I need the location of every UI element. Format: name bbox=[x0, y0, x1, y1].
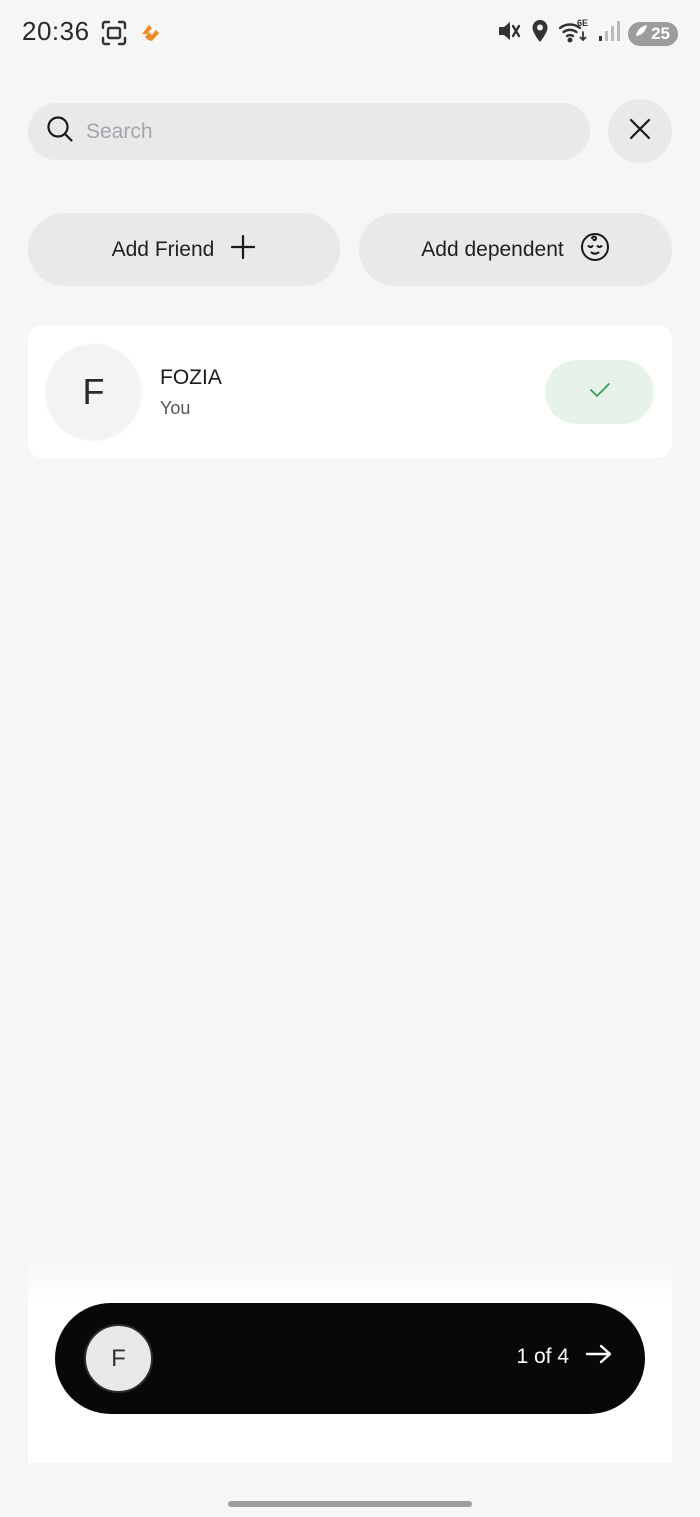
baby-face-icon bbox=[580, 232, 610, 268]
selected-avatar: F bbox=[84, 1324, 153, 1393]
check-icon bbox=[588, 380, 612, 405]
member-card[interactable]: F FOZIA You bbox=[28, 325, 672, 458]
svg-text:6E: 6E bbox=[577, 18, 588, 28]
close-button[interactable] bbox=[608, 99, 672, 163]
add-dependent-label: Add dependent bbox=[421, 237, 564, 261]
plus-icon bbox=[230, 234, 256, 266]
avatar: F bbox=[46, 344, 141, 439]
next-button[interactable]: F 1 of 4 bbox=[55, 1303, 645, 1414]
battery-saver-icon bbox=[634, 23, 648, 44]
battery-level: 25 bbox=[651, 23, 670, 43]
signal-icon bbox=[598, 19, 621, 48]
close-icon bbox=[628, 117, 652, 146]
mute-icon bbox=[496, 18, 522, 49]
add-friend-button[interactable]: Add Friend bbox=[28, 213, 340, 286]
member-name: FOZIA bbox=[160, 366, 222, 389]
home-indicator[interactable] bbox=[228, 1501, 472, 1507]
status-bar: 20:36 6E 25 bbox=[0, 0, 700, 66]
progress-label: 1 of 4 bbox=[516, 1345, 569, 1368]
add-dependent-button[interactable]: Add dependent bbox=[359, 213, 672, 286]
wifi-6e-icon: 6E bbox=[558, 18, 590, 49]
location-icon bbox=[530, 18, 550, 49]
search-icon bbox=[46, 115, 74, 148]
battery-indicator: 25 bbox=[628, 21, 678, 46]
arrow-right-icon bbox=[585, 1343, 613, 1371]
search-input[interactable] bbox=[86, 119, 566, 144]
status-time: 20:36 bbox=[22, 16, 90, 46]
member-subtitle: You bbox=[160, 398, 191, 418]
screenshot-icon bbox=[100, 19, 128, 52]
app-notification-icon bbox=[136, 20, 162, 51]
select-toggle[interactable] bbox=[545, 360, 654, 424]
search-bar[interactable] bbox=[28, 103, 590, 160]
add-friend-label: Add Friend bbox=[111, 237, 215, 261]
